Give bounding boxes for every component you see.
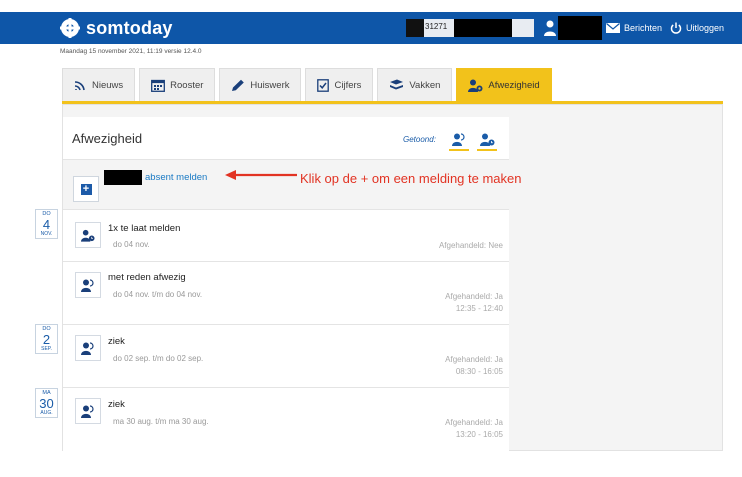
user-id-field[interactable]: 31271	[406, 19, 534, 37]
status-text: Afgehandeld: Ja	[445, 418, 503, 427]
redacted-name	[104, 170, 142, 185]
page-title: Afwezigheid	[72, 131, 143, 146]
envelope-icon	[606, 23, 620, 33]
shown-label: Getoond:	[403, 135, 436, 144]
pencil-icon	[232, 79, 245, 91]
day-badge: MA 30 AUG.	[35, 388, 58, 418]
calendar-icon	[151, 79, 166, 92]
day-badge-month: SEP.	[41, 346, 52, 352]
item-title: met reden afwezig	[108, 272, 186, 283]
user-icon[interactable]	[543, 20, 557, 36]
tab-rooster[interactable]: Rooster	[139, 68, 216, 101]
berichten-label: Berichten	[624, 23, 663, 33]
time-range: 12:35 - 12:40	[455, 304, 503, 313]
time-range: 08:30 - 16:05	[455, 367, 503, 376]
person-absent-icon	[452, 132, 465, 146]
tab-vakken[interactable]: Vakken	[377, 68, 453, 101]
tab-cijfers[interactable]: Cijfers	[305, 68, 374, 101]
time-range: 13:20 - 16:05	[455, 430, 503, 439]
filter-absent-person-button[interactable]	[449, 129, 469, 151]
absence-header: Afwezigheid Getoond:	[63, 117, 509, 160]
status-text: Afgehandeld: Ja	[445, 355, 503, 364]
power-icon	[670, 22, 682, 34]
item-icon-box	[75, 398, 101, 424]
item-icon-box	[75, 222, 101, 248]
day-badge-day: 4	[42, 217, 51, 232]
day-badge-month: NOV.	[40, 231, 53, 237]
redacted-block	[406, 19, 424, 37]
tab-label: Cijfers	[334, 79, 362, 91]
status-text: Afgehandeld: Nee	[438, 241, 503, 250]
filter-late-person-button[interactable]	[477, 129, 497, 151]
absence-item[interactable]: ziek ma 30 aug. t/m ma 30 aug. Afgehande…	[63, 387, 509, 452]
person-absent-icon	[81, 278, 94, 292]
day-badge-day: 2	[42, 332, 51, 347]
item-status: Afgehandeld: Ja 08:30 - 16:05	[445, 354, 503, 378]
item-date: ma 30 aug. t/m ma 30 aug.	[113, 417, 209, 426]
tab-label: Vakken	[409, 79, 441, 91]
tab-nieuws[interactable]: Nieuws	[62, 68, 136, 101]
top-bar: somtoday 31271 Berichten Uitloggen	[0, 12, 742, 44]
date-version-line: Maandag 15 november 2021, 11:19 versie 1…	[60, 48, 202, 55]
absent-melden-link[interactable]: absent melden	[145, 172, 207, 183]
add-absence-button[interactable]: +	[73, 176, 99, 202]
tab-label: Huiswerk	[250, 79, 290, 91]
item-date: do 04 nov. t/m do 04 nov.	[113, 290, 203, 299]
person-absent-icon	[81, 404, 94, 418]
person-absent-icon	[81, 341, 94, 355]
item-date: do 02 sep. t/m do 02 sep.	[113, 354, 204, 363]
books-icon	[390, 79, 404, 90]
tab-label: Rooster	[170, 79, 204, 91]
annotation-text: Klik op de + om een melding te maken	[300, 171, 522, 186]
item-date: do 04 nov.	[113, 240, 150, 249]
day-badge-day: 30	[39, 396, 54, 411]
item-title: ziek	[108, 399, 125, 410]
tab-label: Afwezigheid	[488, 79, 540, 91]
tab-huiswerk[interactable]: Huiswerk	[219, 68, 302, 101]
status-text: Afgehandeld: Ja	[445, 292, 503, 301]
item-icon-box	[75, 335, 101, 361]
plus-icon: +	[80, 183, 92, 195]
item-status: Afgehandeld: Ja 13:20 - 16:05	[445, 417, 503, 441]
somtoday-logo[interactable]: somtoday	[60, 17, 173, 39]
item-status: Afgehandeld: Ja 12:35 - 12:40	[445, 291, 503, 315]
day-badge: DO 2 SEP.	[35, 324, 58, 354]
uitloggen-label: Uitloggen	[686, 23, 725, 33]
annotation-arrow	[225, 170, 297, 180]
content-area: Afwezigheid Getoond: + absent melden Kli…	[62, 104, 723, 452]
tab-label: Nieuws	[92, 79, 124, 91]
somtoday-logo-icon	[60, 18, 80, 38]
person-clock-icon	[81, 229, 95, 242]
uitloggen-button[interactable]: Uitloggen	[670, 20, 724, 36]
grade-check-icon	[317, 78, 330, 92]
redacted-user-name	[558, 16, 602, 40]
main-tabs: Nieuws Rooster Huiswerk Cijfers Vakken A…	[62, 68, 556, 102]
person-clock-icon	[479, 133, 494, 146]
absence-item[interactable]: ziek do 02 sep. t/m do 02 sep. Afgehande…	[63, 324, 509, 388]
item-title: ziek	[108, 336, 125, 347]
day-badge: DO 4 NOV.	[35, 209, 58, 239]
item-icon-box	[75, 272, 101, 298]
user-id-fragment: 31271	[425, 22, 448, 31]
redacted-block	[454, 19, 512, 37]
logo-text: somtoday	[86, 17, 173, 38]
tab-afwezigheid[interactable]: Afwezigheid	[456, 68, 552, 101]
item-status: Afgehandeld: Nee	[439, 240, 503, 252]
person-absent-icon	[468, 79, 483, 92]
berichten-button[interactable]: Berichten	[606, 20, 662, 36]
absence-item[interactable]: 1x te laat melden do 04 nov. Afgehandeld…	[63, 209, 509, 262]
signal-icon	[74, 80, 85, 90]
item-title: 1x te laat melden	[108, 223, 181, 234]
absence-item[interactable]: met reden afwezig do 04 nov. t/m do 04 n…	[63, 261, 509, 325]
